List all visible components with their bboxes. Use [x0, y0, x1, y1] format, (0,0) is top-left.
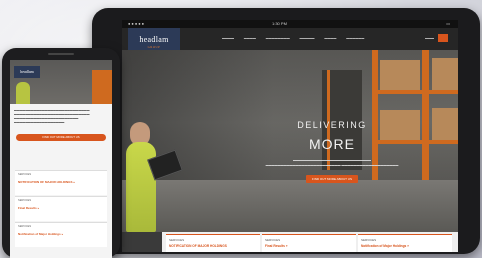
- news-card[interactable]: SERVICES Final Results »: [262, 234, 356, 252]
- hero-heading-line2: MORE: [309, 136, 355, 152]
- hero-text: DELIVERING MORE ▬▬▬▬▬▬▬▬▬▬▬▬▬▬▬▬▬▬▬▬▬▬▬▬…: [222, 120, 442, 185]
- menu-item[interactable]: ▬▬▬▬▬▬: [346, 36, 364, 40]
- card-title[interactable]: Notification of Major Holdings »: [361, 244, 409, 248]
- card-title[interactable]: NOTIFICATION OF MAJOR HOLDINGS: [169, 244, 227, 248]
- site-logo[interactable]: headlam: [14, 66, 40, 78]
- menu-item[interactable]: ▬▬▬▬▬: [300, 36, 315, 40]
- hero-paragraph: ▬▬▬▬▬▬▬▬▬▬▬▬▬▬▬▬▬▬▬▬▬▬▬▬▬▬ ▬▬▬▬▬▬▬▬▬▬▬▬▬…: [265, 158, 399, 167]
- logo-name: headlam: [139, 35, 169, 44]
- card-kicker: SERVICES: [18, 225, 32, 228]
- phone-cta-button[interactable]: FIND OUT MORE ABOUT US: [16, 134, 106, 141]
- phone-screen: headlam ▬▬▬▬▬▬▬▬▬▬▬▬▬▬▬▬▬▬▬▬▬▬▬▬▬▬▬ ▬▬▬▬…: [10, 60, 112, 258]
- card-title[interactable]: Final Results »: [18, 206, 39, 210]
- card-kicker: SERVICES: [18, 173, 32, 176]
- hero-cta-button[interactable]: FIND OUT MORE ABOUT US: [306, 175, 358, 183]
- contact-link[interactable]: ▬▬▬: [425, 36, 434, 40]
- card-kicker: SERVICES: [18, 199, 32, 202]
- tablet-device: ●●●●● 1:30 PM ▭ headlam GROUP ▬▬▬▬ ▬▬▬▬ …: [92, 8, 480, 254]
- search-icon[interactable]: [438, 34, 448, 42]
- phone-device: headlam ▬▬▬▬▬▬▬▬▬▬▬▬▬▬▬▬▬▬▬▬▬▬▬▬▬▬▬ ▬▬▬▬…: [2, 48, 120, 258]
- hero-banner: DELIVERING MORE ▬▬▬▬▬▬▬▬▬▬▬▬▬▬▬▬▬▬▬▬▬▬▬▬…: [122, 50, 458, 232]
- status-time: 1:30 PM: [272, 21, 287, 26]
- menu-item[interactable]: ▬▬▬▬▬▬▬▬: [266, 36, 290, 40]
- news-cards: SERVICES NOTIFICATION OF MAJOR HOLDINGS …: [162, 232, 458, 252]
- warehouse-floor: [122, 180, 458, 232]
- tablet-screen: ●●●●● 1:30 PM ▭ headlam GROUP ▬▬▬▬ ▬▬▬▬ …: [122, 20, 458, 252]
- tablet-status-bar: ●●●●● 1:30 PM ▭: [122, 20, 458, 28]
- worker-vest: [126, 142, 156, 232]
- card-title[interactable]: Final Results »: [265, 244, 288, 248]
- logo-sub: GROUP: [147, 45, 161, 49]
- news-card[interactable]: SERVICES Final Results »: [15, 196, 107, 221]
- card-kicker: SERVICES: [265, 238, 281, 242]
- news-card[interactable]: SERVICES Notification of Major Holdings …: [15, 222, 107, 247]
- phone-hero: headlam: [10, 60, 112, 104]
- menu-item[interactable]: ▬▬▬▬: [244, 36, 256, 40]
- hero-heading-line1: DELIVERING: [297, 120, 367, 130]
- card-title[interactable]: NOTIFICATION OF MAJOR HOLDINGS »: [18, 180, 75, 184]
- site-header: headlam GROUP ▬▬▬▬ ▬▬▬▬ ▬▬▬▬▬▬▬▬ ▬▬▬▬▬ ▬…: [122, 28, 458, 56]
- card-kicker: SERVICES: [361, 238, 377, 242]
- battery-icon: ▭: [446, 21, 450, 26]
- worker-image: [16, 82, 30, 104]
- phone-speaker: [48, 53, 74, 55]
- phone-paragraph: ▬▬▬▬▬▬▬▬▬▬▬▬▬▬▬▬▬▬▬▬▬▬▬▬▬▬▬ ▬▬▬▬▬▬▬▬▬▬▬▬…: [14, 108, 90, 124]
- news-card[interactable]: SERVICES Notification of Major Holdings …: [358, 234, 452, 252]
- news-card[interactable]: SERVICES NOTIFICATION OF MAJOR HOLDINGS: [166, 234, 260, 252]
- signal-icon: ●●●●●: [128, 21, 146, 26]
- menu-item[interactable]: ▬▬▬▬: [222, 36, 234, 40]
- card-kicker: SERVICES: [169, 238, 185, 242]
- rack-image: [92, 70, 112, 104]
- news-card[interactable]: SERVICES NOTIFICATION OF MAJOR HOLDINGS …: [15, 170, 107, 195]
- card-title[interactable]: Notification of Major Holdings »: [18, 232, 63, 236]
- menu-item[interactable]: ▬▬▬▬: [324, 36, 336, 40]
- main-menu: ▬▬▬▬ ▬▬▬▬ ▬▬▬▬▬▬▬▬ ▬▬▬▬▬ ▬▬▬▬ ▬▬▬▬▬▬: [222, 36, 373, 40]
